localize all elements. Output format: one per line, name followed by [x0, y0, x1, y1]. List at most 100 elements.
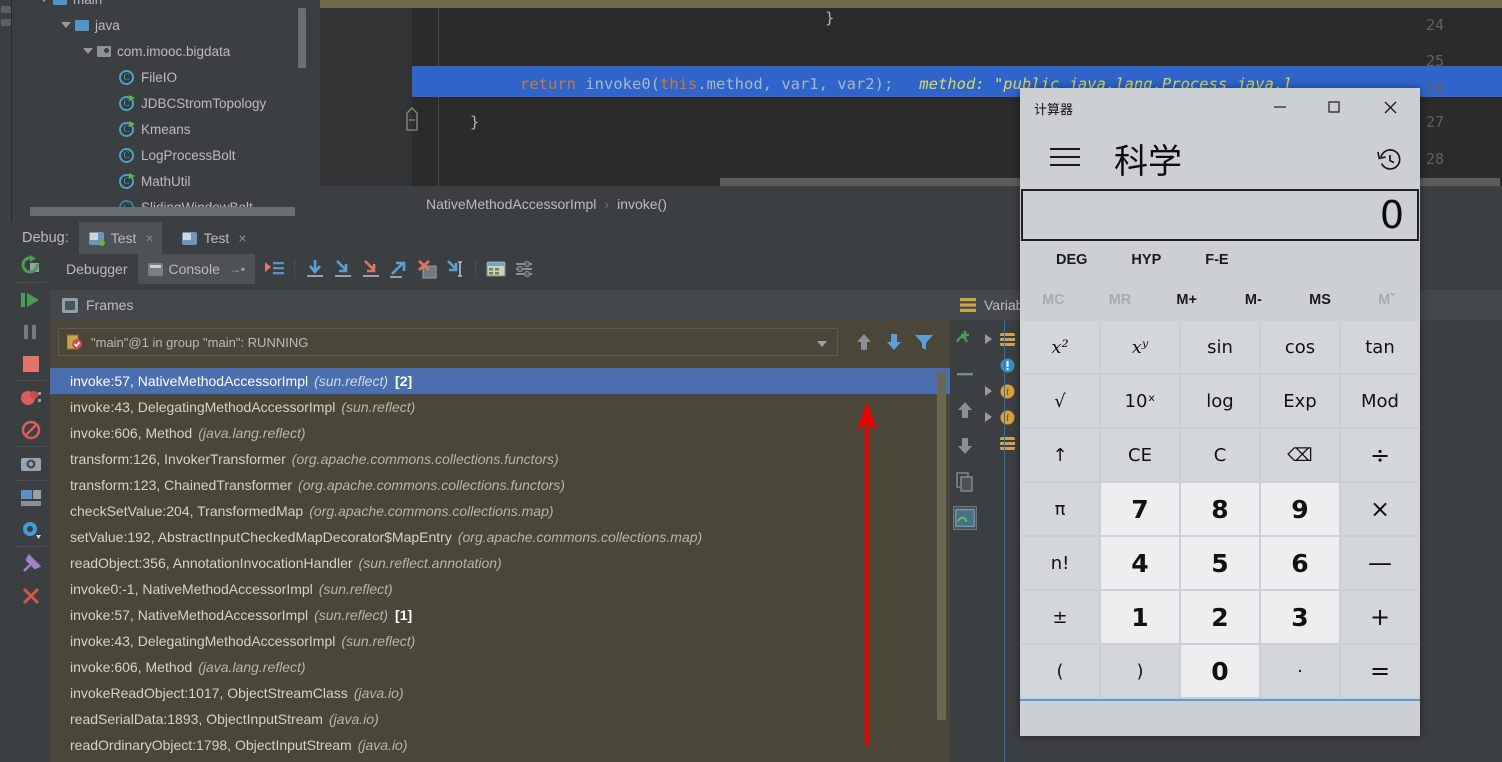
calculator-titlebar[interactable]: 计算器 [1020, 88, 1420, 126]
frame-row[interactable]: readSerialData:1893, ObjectInputStream (j… [50, 706, 950, 732]
remove-watch-icon[interactable] [953, 362, 977, 386]
variable-row[interactable] [982, 326, 1022, 352]
panel-divider[interactable] [1004, 320, 1005, 762]
settings-gear-icon[interactable] [19, 518, 43, 542]
minimize-button[interactable] [1258, 88, 1302, 126]
filter-icon[interactable] [912, 331, 936, 353]
step-out-icon[interactable] [388, 258, 410, 280]
calc-key-0[interactable]: 0 [1181, 645, 1259, 697]
drop-frame-icon[interactable] [416, 258, 438, 280]
mode-toggle-deg[interactable]: DEG [1056, 252, 1087, 268]
frame-row[interactable]: transform:126, InvokerTransformer (org.ap… [50, 446, 950, 472]
stop-icon[interactable] [19, 352, 43, 376]
breadcrumb-class[interactable]: NativeMethodAccessorImpl [426, 196, 596, 212]
frame-down-icon[interactable] [882, 331, 906, 353]
evaluate-icon[interactable] [953, 506, 977, 530]
mode-toggle-f-e[interactable]: F-E [1205, 252, 1228, 268]
chevron-down-icon[interactable] [60, 19, 72, 31]
frame-row[interactable]: invoke:57, NativeMethodAccessorImpl (sun.… [50, 368, 950, 394]
calc-key-3[interactable]: 3 [1261, 591, 1339, 643]
restore-layout-icon[interactable] [19, 486, 43, 510]
pause-program-icon[interactable] [19, 320, 43, 344]
calc-key-subtract[interactable]: — [1341, 537, 1419, 589]
show-execution-point-icon[interactable] [263, 258, 285, 280]
code-fold-marker-icon[interactable] [404, 106, 420, 134]
project-tree-hscrollbar[interactable] [30, 207, 295, 216]
frame-row[interactable]: transform:123, ChainedTransformer (org.ap… [50, 472, 950, 498]
calc-key-9[interactable]: 9 [1261, 483, 1339, 535]
calc-key-cos[interactable]: cos [1261, 321, 1339, 373]
frame-up-icon[interactable] [852, 331, 876, 353]
memory-button-ms[interactable]: MS [1287, 292, 1354, 308]
resume-program-icon[interactable] [19, 288, 43, 312]
tab-debugger[interactable]: Debugger [56, 254, 138, 284]
frame-row[interactable]: checkSetValue:204, TransformedMap (org.ap… [50, 498, 950, 524]
call-stack-frames-list[interactable]: invoke:57, NativeMethodAccessorImpl (sun.… [50, 368, 950, 762]
chevron-down-icon[interactable] [82, 45, 94, 57]
calc-key-mod[interactable]: Mod [1341, 375, 1419, 427]
tree-item-mathutil[interactable]: C MathUtil [12, 168, 320, 194]
calc-key-ce[interactable]: CE [1101, 429, 1179, 481]
breadcrumb-method[interactable]: invoke() [617, 196, 667, 212]
frame-row[interactable]: invokeReadObject:1017, ObjectStreamClass… [50, 680, 950, 706]
calc-key-pi[interactable]: π [1021, 483, 1099, 535]
calc-key-divide[interactable]: ÷ [1341, 429, 1419, 481]
tree-item-logprocessbolt[interactable]: C LogProcessBolt [12, 142, 320, 168]
frame-row[interactable]: invoke:57, NativeMethodAccessorImpl (sun.… [50, 602, 950, 628]
calc-key-square-root[interactable]: √ [1021, 375, 1099, 427]
tree-item-fileio[interactable]: C FileIO [12, 64, 320, 90]
chevron-down-icon[interactable] [38, 0, 50, 5]
calc-key-ten-to-the-x[interactable]: 10ˣ [1101, 375, 1179, 427]
variables-rows[interactable]: f f [982, 326, 1022, 556]
tree-item-main[interactable]: main [12, 0, 320, 12]
variable-row[interactable] [982, 430, 1022, 456]
calc-key-4[interactable]: 4 [1101, 537, 1179, 589]
force-step-into-icon[interactable] [360, 258, 382, 280]
calc-key-decimal-point[interactable]: · [1261, 645, 1339, 697]
camera-icon[interactable] [19, 452, 43, 476]
close-icon[interactable] [19, 584, 43, 608]
calc-key-power-of[interactable]: ↑ [1021, 429, 1099, 481]
frame-row[interactable]: invoke:43, DelegatingMethodAccessorImpl (… [50, 394, 950, 420]
tree-item-jdbcstromtopology[interactable]: C JDBCStromTopology [12, 90, 320, 116]
step-over-icon[interactable] [304, 258, 326, 280]
calc-key-6[interactable]: 6 [1261, 537, 1339, 589]
debug-session-tab-1[interactable]: Test × [78, 222, 162, 254]
new-watch-icon[interactable] [953, 326, 977, 350]
calc-key-7[interactable]: 7 [1101, 483, 1179, 535]
calc-key-sin[interactable]: sin [1181, 321, 1259, 373]
step-into-icon[interactable] [332, 258, 354, 280]
calc-key-close-paren[interactable]: ) [1101, 645, 1179, 697]
project-tree-vscrollbar[interactable] [298, 8, 306, 68]
thread-selector[interactable]: "main"@1 in group "main": RUNNING [58, 328, 838, 356]
tree-item-java[interactable]: java [12, 12, 320, 38]
pin-tab-icon[interactable] [19, 552, 43, 576]
calc-key-log[interactable]: log [1181, 375, 1259, 427]
variable-row[interactable]: f [982, 404, 1022, 430]
evaluate-expression-icon[interactable] [485, 258, 507, 280]
calc-key-plus-minus[interactable]: ± [1021, 591, 1099, 643]
watch-down-icon[interactable] [953, 434, 977, 458]
expand-triangle-icon[interactable] [982, 410, 996, 424]
calc-key-8[interactable]: 8 [1181, 483, 1259, 535]
calc-key-2[interactable]: 2 [1181, 591, 1259, 643]
calc-key-exp[interactable]: Exp [1261, 375, 1339, 427]
memory-button-m-[interactable]: M- [1220, 292, 1287, 308]
calc-key-add[interactable]: + [1341, 591, 1419, 643]
variable-row[interactable]: f [982, 378, 1022, 404]
memory-button-m+[interactable]: M+ [1153, 292, 1220, 308]
maximize-button[interactable] [1312, 88, 1356, 126]
calc-key-x-squared[interactable]: x² [1021, 321, 1099, 373]
tree-item-com-imooc-bigdata[interactable]: com.imooc.bigdata [12, 38, 320, 64]
frame-row[interactable]: invoke:43, DelegatingMethodAccessorImpl (… [50, 628, 950, 654]
view-breakpoints-icon[interactable] [19, 386, 43, 410]
editor-gutter[interactable] [320, 8, 412, 186]
debug-session-tab-2[interactable]: Test × [172, 222, 255, 254]
run-to-cursor-icon[interactable] [444, 258, 466, 280]
calc-key-x-to-the-y[interactable]: xʸ [1101, 321, 1179, 373]
calc-key-5[interactable]: 5 [1181, 537, 1259, 589]
pin-icon[interactable]: →▪ [229, 262, 245, 276]
frame-row[interactable]: invoke0:-1, NativeMethodAccessorImpl (sun… [50, 576, 950, 602]
frame-row[interactable]: invoke:606, Method (java.lang.reflect) [50, 420, 950, 446]
calc-key-multiply[interactable]: × [1341, 483, 1419, 535]
